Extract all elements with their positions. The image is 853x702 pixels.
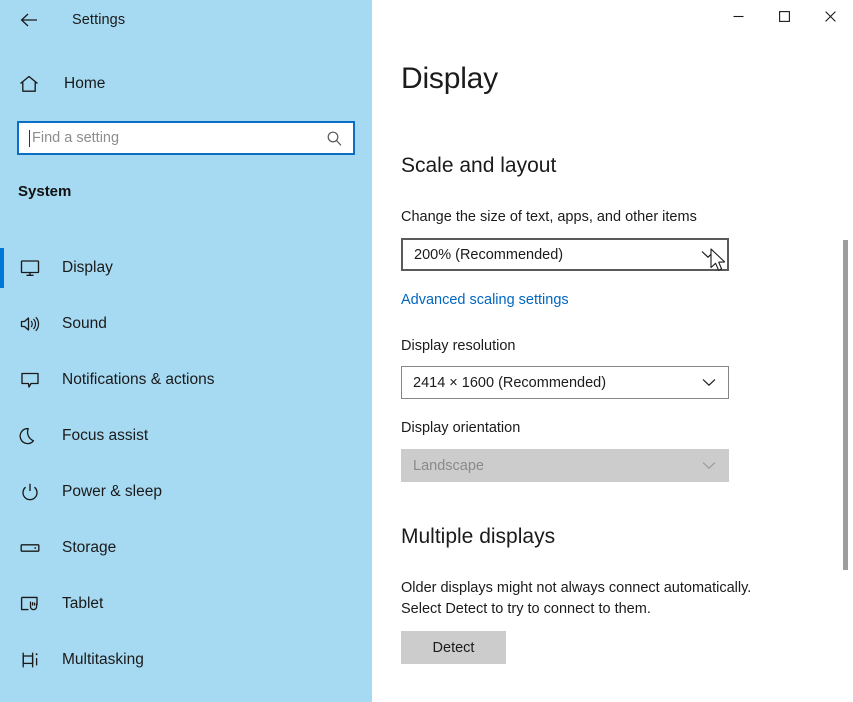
sidebar-item-label: Tablet — [62, 595, 103, 613]
resolution-dropdown[interactable]: 2414 × 1600 (Recommended) — [401, 366, 729, 399]
sidebar: Settings Home Find a setting System — [0, 0, 372, 702]
sidebar-item-label: Focus assist — [62, 427, 148, 445]
main-content: Display Scale and layout Change the size… — [372, 0, 853, 702]
scale-label: Change the size of text, apps, and other… — [401, 209, 697, 225]
sidebar-item-storage[interactable]: Storage — [0, 520, 372, 576]
close-button[interactable] — [807, 0, 853, 32]
search-placeholder: Find a setting — [32, 130, 326, 146]
tablet-hand-icon — [16, 594, 44, 614]
resolution-label: Display resolution — [401, 338, 515, 354]
minimize-icon — [732, 10, 745, 23]
sidebar-item-notifications-actions[interactable]: Notifications & actions — [0, 352, 372, 408]
sidebar-item-label: Notifications & actions — [62, 371, 215, 389]
selection-indicator — [0, 248, 4, 288]
sidebar-item-label: Multitasking — [62, 651, 144, 669]
sidebar-nav: Display Sound — [0, 240, 372, 702]
resolution-dropdown-value: 2414 × 1600 (Recommended) — [413, 375, 702, 391]
window-controls — [715, 0, 853, 32]
scale-dropdown-value: 200% (Recommended) — [414, 247, 701, 263]
orientation-dropdown-value: Landscape — [413, 458, 702, 474]
close-icon — [824, 10, 837, 23]
maximize-button[interactable] — [761, 0, 807, 32]
page-title: Display — [401, 62, 498, 96]
home-label: Home — [64, 75, 105, 93]
home-icon — [18, 74, 44, 94]
chevron-down-icon — [702, 378, 716, 387]
maximize-icon — [778, 10, 791, 23]
sidebar-group-label: System — [18, 183, 71, 200]
multiple-displays-description: Older displays might not always connect … — [401, 578, 751, 620]
sidebar-item-partial[interactable] — [0, 688, 372, 702]
sidebar-item-focus-assist[interactable]: Focus assist — [0, 408, 372, 464]
back-button[interactable] — [6, 4, 52, 36]
vertical-scrollbar[interactable] — [843, 240, 848, 570]
sidebar-item-display[interactable]: Display — [0, 240, 372, 296]
moon-icon — [16, 426, 44, 446]
sidebar-item-label: Display — [62, 259, 113, 277]
settings-window: Settings Home Find a setting System — [0, 0, 853, 702]
sidebar-item-home[interactable]: Home — [0, 66, 372, 102]
sidebar-item-multitasking[interactable]: Multitasking — [0, 632, 372, 688]
orientation-label: Display orientation — [401, 420, 520, 436]
search-icon[interactable] — [326, 130, 343, 147]
multitasking-icon — [16, 650, 44, 670]
monitor-icon — [16, 258, 44, 278]
orientation-dropdown: Landscape — [401, 449, 729, 482]
multiple-displays-heading: Multiple displays — [401, 525, 555, 549]
scale-dropdown[interactable]: 200% (Recommended) — [401, 238, 729, 271]
window-title: Settings — [72, 12, 125, 28]
sidebar-item-tablet[interactable]: Tablet — [0, 576, 372, 632]
advanced-scaling-settings-link[interactable]: Advanced scaling settings — [401, 292, 569, 308]
window-titlebar: Settings — [0, 0, 372, 40]
notification-balloon-icon — [16, 370, 44, 390]
minimize-button[interactable] — [715, 0, 761, 32]
search-input[interactable]: Find a setting — [17, 121, 355, 155]
detect-button[interactable]: Detect — [401, 631, 506, 664]
sidebar-item-label: Power & sleep — [62, 483, 162, 501]
text-cursor — [29, 130, 30, 147]
back-arrow-icon — [19, 12, 39, 28]
sidebar-item-power-sleep[interactable]: Power & sleep — [0, 464, 372, 520]
chevron-down-icon — [701, 250, 715, 259]
chevron-down-icon — [702, 461, 716, 470]
scale-and-layout-heading: Scale and layout — [401, 154, 556, 178]
sidebar-item-sound[interactable]: Sound — [0, 296, 372, 352]
sidebar-item-label: Storage — [62, 539, 116, 557]
speaker-icon — [16, 314, 44, 334]
sidebar-item-label: Sound — [62, 315, 107, 333]
power-icon — [16, 482, 44, 502]
drive-icon — [16, 538, 44, 558]
